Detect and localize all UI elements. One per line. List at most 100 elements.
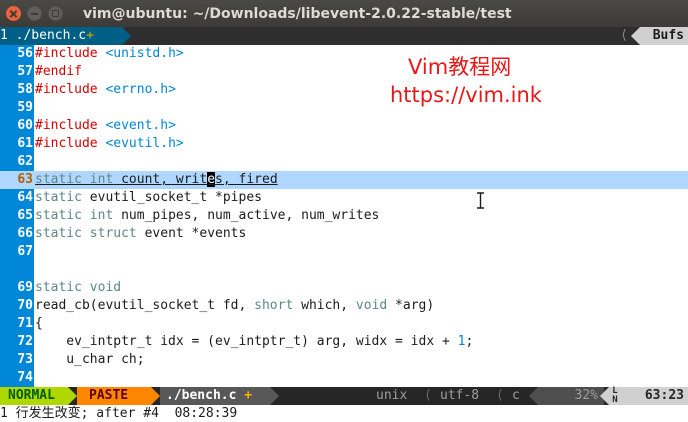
minimize-icon[interactable] xyxy=(27,6,42,21)
code-line[interactable]: 74 xyxy=(0,369,688,387)
vim-terminal-window: vim@ubuntu: ~/Downloads/libevent-2.0.22-… xyxy=(0,0,688,422)
code-text: #include <evutil.h> xyxy=(34,135,184,153)
code-line[interactable]: 72 ev_intptr_t idx = (ev_intptr_t) arg, … xyxy=(0,333,688,351)
code-token: ; xyxy=(465,334,474,349)
code-line[interactable]: 70 read_cb(evutil_socket_t fd, short whic… xyxy=(0,297,688,315)
code-line[interactable]: 61 #include <evutil.h> xyxy=(0,135,688,153)
percent-separator-arrow xyxy=(529,387,538,405)
code-token: *arg) xyxy=(387,298,435,313)
code-text: #include <unistd.h> xyxy=(34,45,184,63)
code-text: static struct event *events xyxy=(34,225,246,243)
close-icon[interactable] xyxy=(6,6,21,21)
file-encoding: utf-8 xyxy=(440,388,480,403)
code-token: <errno.h> xyxy=(105,82,176,97)
code-line[interactable]: 67 xyxy=(0,243,688,261)
code-text: { xyxy=(34,315,43,333)
filename-separator-arrow xyxy=(270,387,279,405)
tab-bench-c[interactable]: 1 ./bench.c+ xyxy=(0,27,122,45)
scroll-percent: 32% xyxy=(538,387,604,405)
status-modified-flag: + xyxy=(244,388,253,403)
code-token: read_cb(evutil_socket_t fd, xyxy=(35,298,255,313)
code-line[interactable]: 58 #include <errno.h> xyxy=(0,81,688,99)
code-line[interactable]: 56 #include <unistd.h> xyxy=(0,45,688,63)
code-token: count, writ xyxy=(113,172,208,187)
tab-modified-flag: + xyxy=(86,28,94,43)
code-token: static xyxy=(35,280,82,295)
status-filename-text: ./bench.c xyxy=(166,388,237,403)
editor-buffer[interactable]: 56 #include <unistd.h> 57 #endif 58 #include … xyxy=(0,45,688,387)
code-line[interactable]: 62 xyxy=(0,153,688,171)
code-text: #endif xyxy=(34,63,82,81)
line-number-icon: LN xyxy=(611,387,619,405)
code-line[interactable]: 57 #endif xyxy=(0,63,688,81)
watermark-url: https://vim.ink xyxy=(390,83,542,107)
line-number: 65 xyxy=(0,207,34,225)
code-line[interactable]: 60 #include <event.h> xyxy=(0,117,688,135)
position-separator-arrow xyxy=(600,387,609,405)
code-token: ev_intptr_t idx = (ev_intptr_t) arg, wid… xyxy=(35,334,458,349)
code-text: static int count, writes, fired xyxy=(34,171,278,189)
code-token: <unistd.h> xyxy=(105,46,184,61)
code-token: void xyxy=(89,280,122,295)
line-number: 58 xyxy=(0,81,34,99)
line-number: 56 xyxy=(0,45,34,63)
code-text: ev_intptr_t idx = (ev_intptr_t) arg, wid… xyxy=(34,333,473,351)
block-cursor: e xyxy=(207,172,216,187)
code-token: num_pipes, num_active, num_writes xyxy=(113,208,380,223)
code-token: which, xyxy=(293,298,356,313)
line-number: 63 xyxy=(0,171,34,189)
line-number: 60 xyxy=(0,117,34,135)
code-token: #include xyxy=(35,136,98,151)
code-token: static xyxy=(35,226,82,241)
status-line: NORMAL PASTE ./bench.c + unix ⟨ utf-8 ⟨ … xyxy=(0,387,688,405)
status-filename: ./bench.c + xyxy=(160,387,270,405)
code-token: <evutil.h> xyxy=(105,136,184,151)
line-number: 57 xyxy=(0,63,34,81)
line-number: 67 xyxy=(0,243,34,261)
code-text: read_cb(evutil_socket_t fd, short which,… xyxy=(34,297,434,315)
line-number: 74 xyxy=(0,369,34,387)
maximize-icon[interactable] xyxy=(48,6,63,21)
code-token: struct xyxy=(89,226,137,241)
code-token: #include xyxy=(35,46,98,61)
code-text: u_char ch; xyxy=(34,351,144,369)
line-number: 69 xyxy=(0,279,34,297)
code-line[interactable] xyxy=(0,261,688,279)
line-number xyxy=(0,261,34,279)
code-token: int xyxy=(89,172,114,187)
file-format: unix xyxy=(376,388,408,403)
line-number: 70 xyxy=(0,297,34,315)
cursor-position: LN 63:23 xyxy=(609,387,688,405)
code-token: static xyxy=(35,208,82,223)
code-text: #include <event.h> xyxy=(34,117,176,135)
code-text: static evutil_socket_t *pipes xyxy=(34,189,262,207)
file-type: c xyxy=(512,388,520,403)
cursor-line[interactable]: 63 static int count, writes, fired xyxy=(0,171,688,189)
line-number: 61 xyxy=(0,135,34,153)
status-divider: ⟨ xyxy=(496,388,504,403)
mode-separator-arrow xyxy=(68,387,77,405)
line-number: 73 xyxy=(0,351,34,369)
code-text: static void xyxy=(34,279,121,297)
code-line[interactable]: 73 u_char ch; xyxy=(0,351,688,369)
code-line[interactable]: 71{ xyxy=(0,315,688,333)
command-line[interactable]: 1 行发生改变; after #4 08:28:39 xyxy=(0,405,688,422)
code-line[interactable]: 65 static int num_pipes, num_active, num_… xyxy=(0,207,688,225)
watermark-title: Vim教程网 xyxy=(408,55,512,79)
code-token: static xyxy=(35,172,82,187)
code-line[interactable]: 66 static struct event *events xyxy=(0,225,688,243)
line-number: 62 xyxy=(0,153,34,171)
code-token: evutil_socket_t *pipes xyxy=(81,190,262,205)
status-divider: ⟨ xyxy=(424,388,432,403)
code-line[interactable]: 59 xyxy=(0,99,688,117)
code-line[interactable]: 64 static evutil_socket_t *pipes xyxy=(0,189,688,207)
code-line[interactable]: 69 static void xyxy=(0,279,688,297)
paste-indicator: PASTE xyxy=(77,387,151,405)
tabline: 1 ./bench.c+ ⟨ Bufs xyxy=(0,27,688,45)
line-icon-n: N xyxy=(612,395,618,405)
title-bar: vim@ubuntu: ~/Downloads/libevent-2.0.22-… xyxy=(0,0,688,27)
line-number: 71 xyxy=(0,315,34,333)
text-cursor-icon xyxy=(477,192,484,209)
